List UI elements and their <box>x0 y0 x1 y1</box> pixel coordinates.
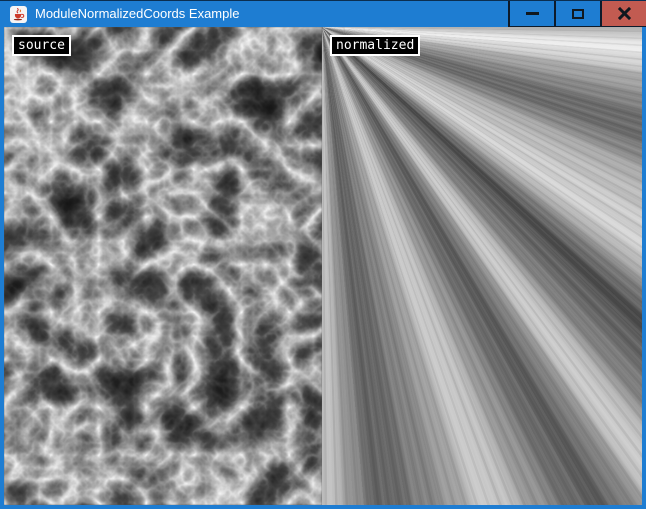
source-noise-image <box>4 27 322 505</box>
client-area: source normalized <box>0 27 646 509</box>
close-icon <box>618 7 631 20</box>
minimize-icon <box>526 12 539 15</box>
close-button[interactable] <box>600 1 646 27</box>
java-coffee-cup-icon <box>10 6 27 23</box>
maximize-icon <box>572 9 584 19</box>
source-image-label: source <box>12 35 71 56</box>
maximize-button[interactable] <box>554 1 600 27</box>
titlebar[interactable]: ModuleNormalizedCoords Example <box>0 0 646 27</box>
minimize-button[interactable] <box>508 1 554 27</box>
source-image-panel: source <box>4 27 322 505</box>
normalized-image-panel: normalized <box>322 27 642 505</box>
app-window: ModuleNormalizedCoords Example <box>0 0 646 509</box>
normalized-streaks-image <box>322 27 642 505</box>
window-controls <box>508 1 646 27</box>
window-title: ModuleNormalizedCoords Example <box>35 1 239 27</box>
normalized-image-label: normalized <box>330 35 420 56</box>
